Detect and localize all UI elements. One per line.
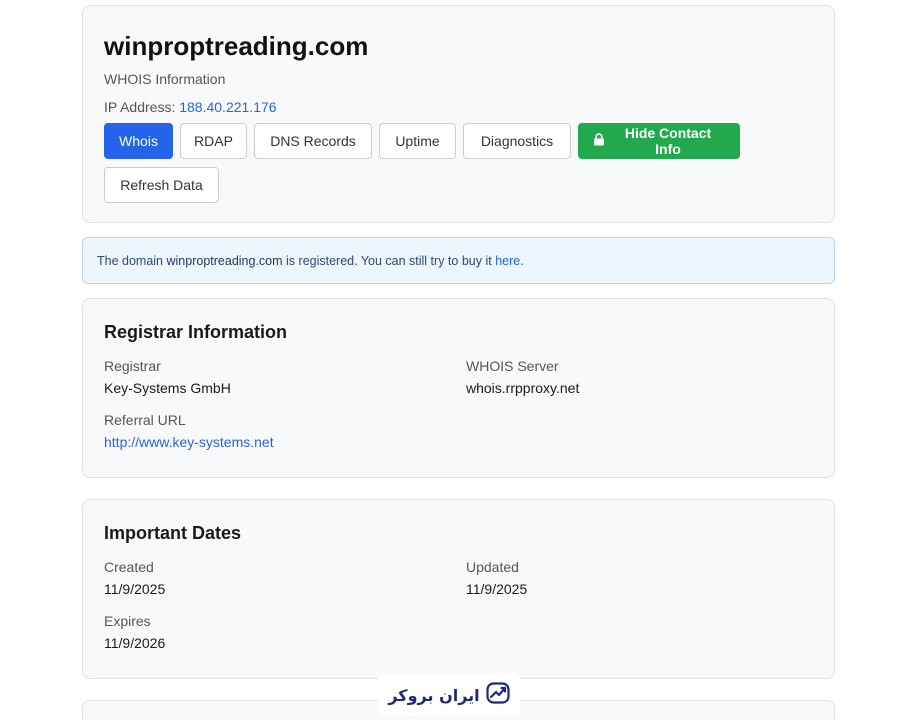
trend-chart-icon [486,681,510,709]
hide-contact-info-button[interactable]: Hide Contact Info [578,123,740,159]
registrar-label: Registrar [104,358,161,374]
ip-address-line: IP Address: 188.40.221.176 [104,98,813,116]
referral-url-field: Referral URL http://www.key-systems.net [104,411,466,452]
watermark-text: ایران بروکر [388,685,480,705]
alert-suffix: . [520,253,524,268]
whois-server-value: whois.rrpproxy.net [466,380,580,396]
registrar-fields-grid: Registrar Key-Systems GmbH WHOIS Server … [104,357,813,452]
dns-records-button[interactable]: DNS Records [254,123,372,159]
dates-section-title: Important Dates [104,523,242,543]
referral-url-link[interactable]: http://www.key-systems.net [104,433,274,451]
registrar-section-title: Registrar Information [104,322,288,342]
registered-domain-alert: The domain winproptreading.com is regist… [82,237,835,284]
hide-contact-info-label: Hide Contact Info [624,125,712,157]
ip-address-value[interactable]: 188.40.221.176 [179,99,276,115]
domain-header-card: winproptreading.com WHOIS Information IP… [82,5,835,223]
alert-prefix: The domain [97,253,164,268]
referral-url-label: Referral URL [104,412,186,428]
registrar-information-card: Registrar Information Registrar Key-Syst… [82,298,835,478]
registrar-value: Key-Systems GmbH [104,380,231,396]
alert-domain: winproptreading.com [166,253,283,268]
action-button-row: Whois RDAP DNS Records Uptime Diagnostic… [104,123,784,203]
domain-title: winproptreading.com [104,31,369,61]
diagnostics-button[interactable]: Diagnostics [463,123,571,159]
created-label: Created [104,559,154,575]
alert-middle-text: is registered. You can still try to buy … [286,253,492,268]
lock-icon [593,133,605,149]
uptime-button[interactable]: Uptime [379,123,456,159]
page-subtitle: WHOIS Information [104,71,226,87]
dates-fields-grid: Created 11/9/2025 Updated 11/9/2025 Expi… [104,558,813,652]
buy-domain-link[interactable]: here [495,254,520,268]
ip-address-label: IP Address: [104,99,176,115]
whois-server-label: WHOIS Server [466,358,559,374]
created-field: Created 11/9/2025 [104,558,466,598]
updated-label: Updated [466,559,519,575]
whois-server-field: WHOIS Server whois.rrpproxy.net [466,357,796,397]
registrar-field: Registrar Key-Systems GmbH [104,357,466,397]
expires-value: 11/9/2026 [104,635,166,651]
important-dates-card: Important Dates Created 11/9/2025 Update… [82,499,835,679]
created-value: 11/9/2025 [104,581,166,597]
watermark-logo: ایران بروکر [378,674,520,716]
expires-label: Expires [104,613,151,629]
updated-field: Updated 11/9/2025 [466,558,796,598]
expires-field: Expires 11/9/2026 [104,612,466,652]
updated-value: 11/9/2025 [466,581,528,597]
rdap-button[interactable]: RDAP [180,123,247,159]
refresh-data-button[interactable]: Refresh Data [104,167,219,203]
whois-button[interactable]: Whois [104,123,173,159]
